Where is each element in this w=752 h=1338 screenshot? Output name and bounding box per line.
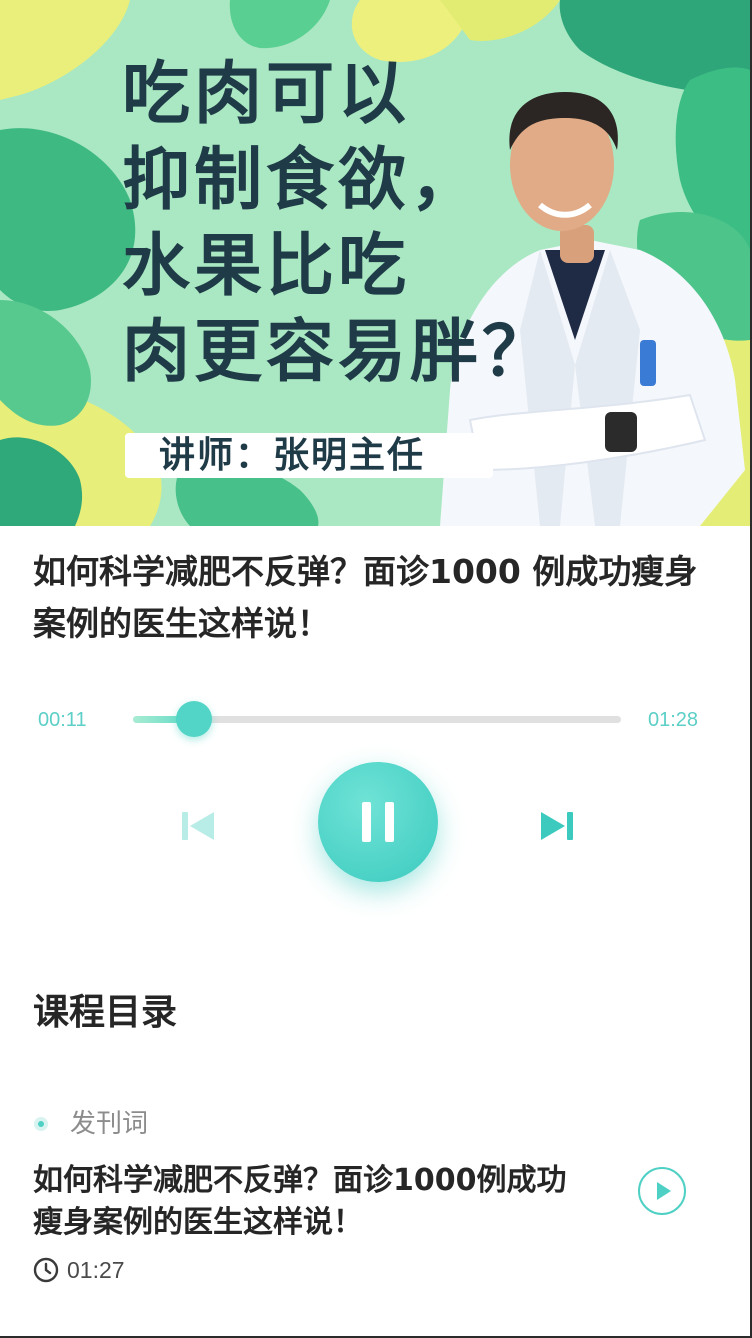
section-dot-icon — [34, 1117, 48, 1131]
banner-headline-line: 水果比吃 — [122, 227, 411, 306]
section-label: 发刊词 — [70, 1109, 149, 1139]
skip-previous-icon — [182, 812, 214, 840]
lesson-duration: 01:27 — [33, 1254, 125, 1286]
lesson-duration-text: 01:27 — [67, 1257, 125, 1283]
banner-headline: 吃肉可以 抑制食欲， 水果比吃 肉更容易胖？ — [122, 52, 554, 396]
progress-handle[interactable] — [176, 701, 212, 737]
current-time: 00:11 — [38, 709, 87, 731]
catalog-heading: 课程目录 — [33, 992, 178, 1033]
skip-next-icon — [541, 812, 573, 840]
pause-icon — [362, 802, 394, 842]
banner-headline-line: 吃肉可以 — [122, 55, 411, 134]
next-button[interactable] — [537, 806, 577, 846]
progress-bar[interactable] — [133, 701, 621, 737]
play-circle-icon[interactable] — [637, 1166, 687, 1216]
total-time: 01:28 — [648, 709, 699, 731]
course-title: 如何科学减肥不反弹？面诊1000 例成功瘦身案例的医生这样说！ — [33, 552, 698, 643]
banner-headline-line: 抑制食欲， — [122, 141, 483, 220]
clock-icon — [33, 1257, 59, 1283]
pause-button[interactable] — [318, 762, 438, 882]
lesson-title: 如何科学减肥不反弹？面诊1000例成功瘦身案例的医生这样说！ — [33, 1163, 567, 1240]
lecturer-badge: 讲师：张明主任 — [125, 433, 493, 478]
banner-headline-line: 肉更容易胖？ — [122, 313, 555, 392]
previous-button[interactable] — [178, 806, 218, 846]
course-banner: 吃肉可以 抑制食欲， 水果比吃 肉更容易胖？ 讲师：张明主任 — [0, 0, 750, 526]
